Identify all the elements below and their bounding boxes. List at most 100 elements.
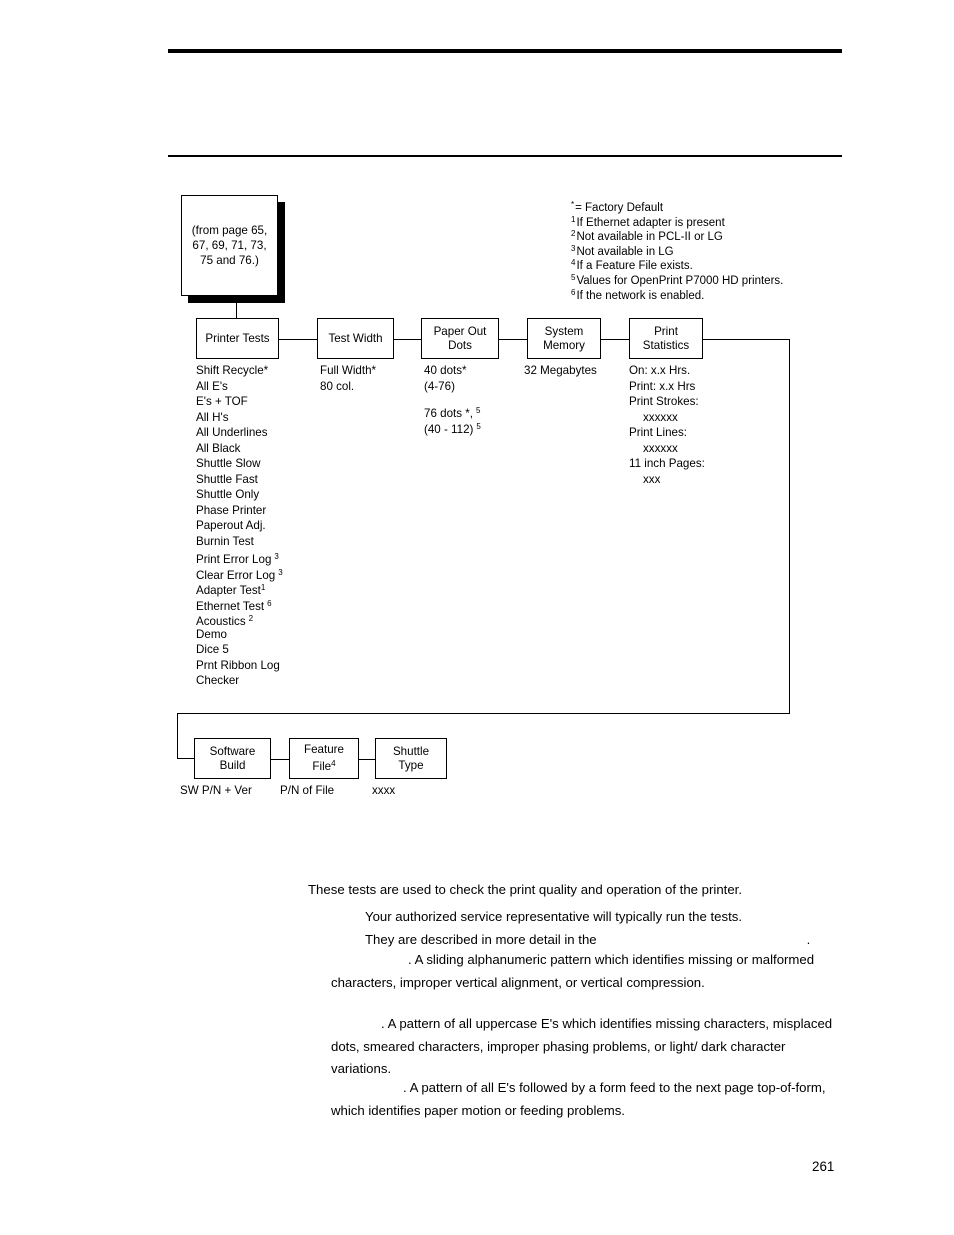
- flow-box-feature-file-title-2: File4: [312, 757, 335, 774]
- list-test-width: Full Width* 80 col.: [320, 363, 376, 394]
- list-item: Shift Recycle*: [196, 364, 269, 377]
- value-shuttle-type: xxxx: [372, 783, 395, 799]
- flow-box-shuttle-type-title-1: Shuttle: [392, 744, 430, 758]
- flow-box-printer-tests-title: Printer Tests: [205, 331, 270, 345]
- flow-box-shuttle-type[interactable]: Shuttle Type: [375, 738, 447, 779]
- list-item: P/N of File: [280, 784, 335, 797]
- body-paragraph-shift-recycle-text: . A sliding alphanumeric pattern which i…: [331, 952, 815, 990]
- list-item: Checker: [196, 674, 240, 687]
- footnote-ref-3: 3: [274, 552, 279, 561]
- flow-box-test-width[interactable]: Test Width: [317, 318, 394, 359]
- list-item: Shuttle Only: [196, 488, 260, 501]
- list-item: E's + TOF: [196, 395, 248, 408]
- list-item: Phase Printer: [196, 503, 267, 517]
- legend-item-4: 4If a Feature File exists.: [571, 256, 851, 272]
- list-item: On: x.x Hrs.: [629, 364, 691, 377]
- body-paragraph-all-es-text: . A pattern of all uppercase E's which i…: [331, 1016, 833, 1077]
- flow-box-print-statistics[interactable]: Print Statistics: [629, 318, 703, 359]
- body-paragraph-note-line-2-pre: They are described in more detail in the: [365, 931, 597, 947]
- flow-box-paper-out-dots[interactable]: Paper Out Dots: [421, 318, 499, 359]
- list-item: 76 dots *, 5: [424, 403, 481, 420]
- connector-wrap-right: [789, 339, 791, 714]
- flow-box-system-memory[interactable]: System Memory: [527, 318, 601, 359]
- connector-printer-tests-to-test-width: [279, 339, 317, 341]
- list-item: Acoustics 2: [196, 611, 283, 628]
- flow-box-print-statistics-title-1: Print: [654, 324, 678, 338]
- connector-wrap-top: [703, 339, 790, 341]
- list-item: Shuttle Slow: [196, 457, 261, 470]
- footnote-ref-6: 6: [267, 598, 272, 608]
- body-paragraph-intro: These tests are used to check the print …: [308, 879, 853, 902]
- source-box-line-1: (from page 65,: [191, 224, 268, 237]
- body-paragraph-note: Your authorized service representative w…: [365, 906, 865, 951]
- footnote-ref-2: 2: [248, 614, 254, 623]
- header-rule-bottom: [168, 155, 842, 157]
- flow-box-feature-file-title-1: Feature: [304, 743, 344, 756]
- legend-item-0: *= Factory Default: [571, 198, 851, 214]
- body-paragraph-all-es: . A pattern of all uppercase E's which i…: [331, 1013, 848, 1081]
- body-paragraph-es-tof-text: . A pattern of all E's followed by a for…: [331, 1080, 826, 1118]
- flow-box-feature-file[interactable]: Feature File4: [289, 738, 359, 779]
- body-paragraph-intro-text: These tests are used to check the print …: [308, 882, 742, 897]
- legend-item-3: 3Not available in LG: [571, 242, 851, 258]
- connector-wrap-bottom: [177, 713, 790, 715]
- legend-marker-3: 3: [571, 243, 576, 253]
- list-item: (40 - 112) 5: [424, 419, 481, 436]
- body-paragraph-note-line-1: Your authorized service representative w…: [365, 909, 743, 924]
- list-item: Ethernet Test 6: [196, 596, 283, 613]
- flow-box-software-build-title-1: Software: [209, 744, 256, 758]
- list-item: All Underlines: [196, 426, 268, 439]
- list-item: xxx: [643, 472, 661, 486]
- body-paragraph-note-line-2-post: .: [806, 931, 811, 947]
- list-item: Adapter Test1: [196, 580, 283, 597]
- list-item: 32 Megabytes: [524, 364, 597, 377]
- flow-box-paper-out-dots-title-1: Paper Out: [433, 324, 487, 338]
- legend-marker-1: 1: [571, 214, 576, 224]
- flow-box-printer-tests[interactable]: Printer Tests: [196, 318, 279, 359]
- legend-text-6: If the network is enabled.: [576, 289, 705, 302]
- connector-system-memory-to-print-statistics: [601, 339, 629, 341]
- connector-wrap-into-software-build: [177, 758, 194, 760]
- legend-marker-6: 6: [571, 287, 576, 297]
- list-item: Clear Error Log 3: [196, 565, 283, 582]
- list-item: xxxxxx: [643, 410, 678, 424]
- footnote-ref-5: 5: [476, 406, 481, 415]
- list-item: Print Strokes:: [629, 395, 699, 408]
- list-print-statistics: On: x.x Hrs. Print: x.x Hrs Print Stroke…: [629, 363, 705, 487]
- legend-item-2: 2Not available in PCL-II or LG: [571, 227, 851, 243]
- legend-marker-0: *: [571, 200, 575, 209]
- body-paragraph-shift-recycle: . A sliding alphanumeric pattern which i…: [331, 949, 848, 994]
- list-item: All H's: [196, 410, 229, 424]
- list-paper-out-dots: 40 dots* (4-76) 76 dots *, 5 (40 - 112) 5: [424, 363, 481, 436]
- flow-box-print-statistics-title-2: Statistics: [642, 338, 690, 352]
- list-item: Full Width*: [320, 364, 377, 377]
- list-item: Prnt Ribbon Log: [196, 658, 280, 672]
- footnote-ref-3: 3: [278, 567, 283, 577]
- connector-test-width-to-paper-out-dots: [394, 339, 421, 341]
- list-printer-tests: Shift Recycle* All E's E's + TOF All H's…: [196, 363, 283, 689]
- value-feature-file: P/N of File: [280, 783, 334, 799]
- source-box: (from page 65, 67, 69, 71, 73, 75 and 76…: [181, 195, 278, 296]
- list-item: 40 dots*: [424, 364, 467, 377]
- body-paragraph-note-line-2: They are described in more detail in the…: [365, 929, 865, 952]
- header-rule-top: [168, 49, 842, 53]
- list-item: Dice 5: [196, 643, 229, 656]
- list-item: All Black: [196, 441, 241, 455]
- list-item: All E's: [196, 379, 228, 393]
- list-item: (4-76): [424, 379, 455, 393]
- flow-box-test-width-title: Test Width: [328, 331, 383, 345]
- connector-paper-out-dots-to-system-memory: [499, 339, 527, 341]
- footnote-ref-4: 4: [331, 759, 336, 768]
- footnote-ref-1: 1: [260, 583, 266, 592]
- connector-wrap-left: [177, 713, 179, 759]
- list-item: Shuttle Fast: [196, 472, 258, 486]
- list-item: 80 col.: [320, 379, 355, 393]
- source-box-line-3: 75 and 76.): [200, 254, 259, 267]
- flow-box-software-build[interactable]: Software Build: [194, 738, 271, 779]
- list-item: xxxx: [372, 784, 396, 797]
- legend-item-6: 6If the network is enabled.: [571, 286, 851, 302]
- list-item: Print Error Log 3: [196, 549, 283, 566]
- list-item: Print Lines:: [629, 426, 687, 439]
- legend-item-1: 1If Ethernet adapter is present: [571, 213, 851, 229]
- flow-box-paper-out-dots-title-2: Dots: [448, 338, 472, 352]
